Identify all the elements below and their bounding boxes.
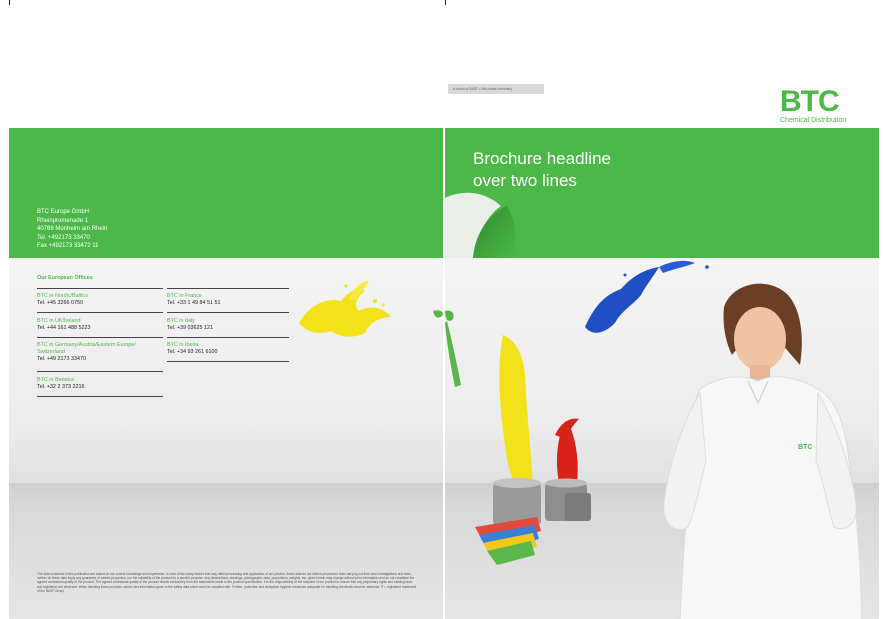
- office-tel: Tel. +32 2 373 2216: [37, 384, 85, 391]
- office-rule: [37, 396, 163, 397]
- office-rule: [37, 312, 163, 313]
- office-benelux: BTC in Benelux Tel. +32 2 373 2216: [37, 377, 85, 391]
- office-tel: Tel. +49 2173 33470: [37, 356, 87, 363]
- office-name: BTC in Nordic/Baltics: [37, 293, 88, 299]
- office-iberia: BTC in Iberia Tel. +34 93 261 6100: [167, 342, 218, 356]
- headline-line-1: Brochure headline: [473, 149, 611, 168]
- office-name: BTC in Italy: [167, 318, 195, 324]
- shirt-logo: BTC: [798, 444, 812, 451]
- address-street: Rheinpromenade 1: [37, 217, 89, 224]
- office-rule: [167, 312, 289, 313]
- office-rule: [167, 288, 289, 289]
- back-cover-page: BTC Europe GmbH Rheinpromenade 1 40789 M…: [9, 5, 443, 619]
- address-city: 40789 Monheim am Rhein: [37, 226, 108, 232]
- office-tel: Tel. +34 93 261 6100: [167, 349, 218, 356]
- office-rule: [37, 337, 163, 338]
- basf-brand-tag: A brand of BASF • We create chemistry: [448, 84, 544, 94]
- floor-shadow: [9, 483, 443, 519]
- office-tel: Tel. +44 161 488 5223: [37, 325, 91, 332]
- headline-line-2: over two lines: [473, 171, 577, 190]
- woman-photo-image: BTC: [663, 283, 863, 619]
- office-name: BTC in France: [167, 293, 202, 299]
- legal-disclaimer: The data contained in this publication a…: [37, 572, 417, 593]
- office-name: BTC in Germany/Austria/Eastern Europe/ S…: [37, 342, 136, 356]
- offices-rule: [37, 288, 163, 289]
- office-uk: BTC in UK/Ireland Tel. +44 161 488 5223: [37, 318, 91, 332]
- office-france: BTC in France Tel. +33 1 49 84 51 51: [167, 293, 221, 307]
- btc-logo: BTC: [780, 85, 840, 119]
- office-name: BTC in UK/Ireland: [37, 318, 81, 324]
- address-tel: Tel. +492173 33470: [37, 234, 90, 241]
- office-germany: BTC in Germany/Austria/Eastern Europe/ S…: [37, 342, 163, 364]
- front-cover-page: A brand of BASF • We create chemistry BT…: [445, 5, 879, 619]
- office-name: BTC in Benelux: [37, 377, 75, 383]
- office-name: BTC in Iberia: [167, 342, 199, 348]
- office-tel: Tel. +33 1 49 84 51 51: [167, 300, 221, 307]
- office-tel: Tel. +45 3266 0750: [37, 300, 84, 307]
- company-name: BTC Europe GmbH: [37, 209, 90, 215]
- address-fax: Fax +492173 33472 11: [37, 243, 99, 249]
- office-tel: Tel. +39 03625 121: [167, 325, 214, 332]
- logo-text: BTC: [780, 85, 840, 118]
- office-rule: [167, 361, 289, 362]
- logo-subtitle: Chemical Distribution: [780, 117, 847, 124]
- office-italy: BTC in Italy Tel. +39 03625 121: [167, 318, 213, 332]
- company-address: BTC Europe GmbH Rheinpromenade 1 40789 M…: [37, 208, 107, 251]
- office-rule: [167, 337, 289, 338]
- office-nordic: BTC in Nordic/Baltics Tel. +45 3266 0750: [37, 293, 88, 307]
- brochure-headline: Brochure headline over two lines: [473, 148, 611, 192]
- offices-title: Our European Offices: [37, 275, 93, 281]
- office-rule: [37, 371, 163, 372]
